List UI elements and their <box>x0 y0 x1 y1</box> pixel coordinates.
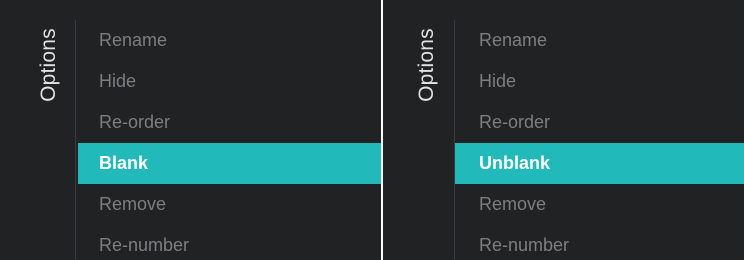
options-panel-left: Options Rename Hide Re-order Blank Remov… <box>0 0 381 260</box>
options-menu: Rename Hide Re-order Blank Remove Re-num… <box>78 20 381 260</box>
screenshot: Options Rename Hide Re-order Blank Remov… <box>0 0 744 260</box>
menu-item-rename[interactable]: Rename <box>78 20 381 61</box>
menu-item-remove[interactable]: Remove <box>455 184 744 225</box>
options-menu: Rename Hide Re-order Unblank Remove Re-n… <box>455 20 744 260</box>
options-title-label: Options <box>37 28 60 102</box>
menu-item-re-order[interactable]: Re-order <box>78 102 381 143</box>
menu-item-re-number[interactable]: Re-number <box>455 225 744 260</box>
menu-item-unblank[interactable]: Unblank <box>455 143 744 184</box>
menu-item-blank[interactable]: Blank <box>78 143 381 184</box>
options-title: Options <box>29 20 69 110</box>
menu-item-remove[interactable]: Remove <box>78 184 381 225</box>
menu-item-hide[interactable]: Hide <box>78 61 381 102</box>
menu-item-rename[interactable]: Rename <box>455 20 744 61</box>
options-title: Options <box>407 20 447 110</box>
options-title-label: Options <box>415 28 438 102</box>
menu-item-re-order[interactable]: Re-order <box>455 102 744 143</box>
menu-item-re-number[interactable]: Re-number <box>78 225 381 260</box>
vertical-divider <box>75 20 76 260</box>
options-panel-right: Options Rename Hide Re-order Unblank Rem… <box>383 0 744 260</box>
menu-item-hide[interactable]: Hide <box>455 61 744 102</box>
